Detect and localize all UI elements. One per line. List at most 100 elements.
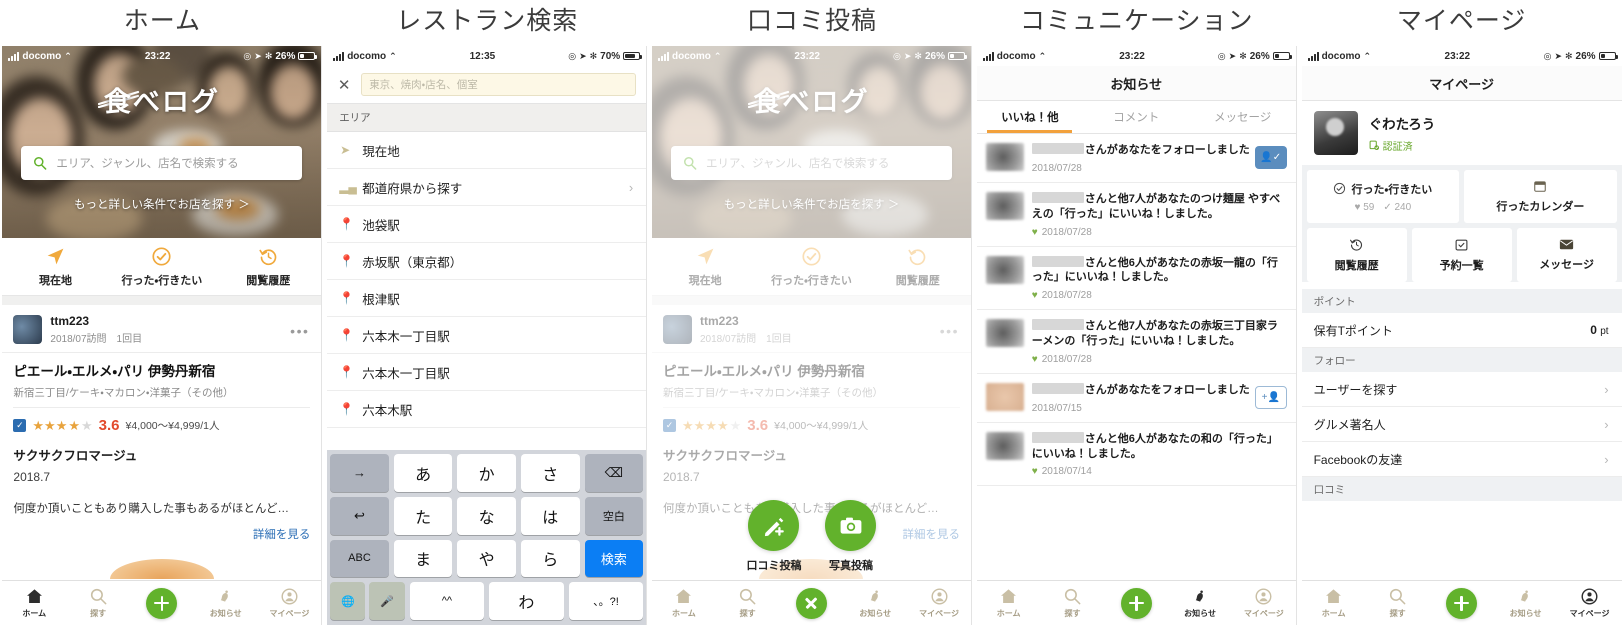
key-ya[interactable]: や <box>457 539 516 578</box>
notification-row[interactable]: さんと他6人があなたの赤坂一龍の「行った」にいいね！しました。 ♥ 2018/07… <box>976 247 1296 311</box>
search-input[interactable]: 東京、焼肉・店名、個室 <box>361 73 637 96</box>
tile-messages[interactable]: メッセージ <box>1516 228 1617 282</box>
globe-icon[interactable]: 🌐 <box>330 582 366 620</box>
key-search[interactable]: 検索 <box>584 539 644 578</box>
tab-bar: ホーム 探す お知らせ マイページ <box>1301 580 1622 625</box>
notification-row[interactable]: さんがあなたをフォローしました 2018/07/15 +👤 <box>976 374 1296 423</box>
check-icon: ✓ <box>1383 201 1392 213</box>
key-wa[interactable]: わ <box>489 582 564 620</box>
review-detail-link[interactable]: 詳細を見る <box>2 516 321 542</box>
key-emoji[interactable]: ^^ <box>409 582 485 620</box>
home-more-conditions-link[interactable]: もっと詳しい条件でお店を探す ＞ <box>2 196 321 212</box>
key-ka[interactable]: か <box>457 454 516 492</box>
tab-mypage[interactable]: マイページ <box>258 587 322 619</box>
home-search-input[interactable]: エリア、ジャンル、店名で検索する <box>21 146 303 180</box>
key-ma[interactable]: ま <box>393 539 453 578</box>
tab-notifications[interactable]: お知らせ <box>194 587 258 619</box>
tab-label: ホーム <box>22 609 47 618</box>
key-ta[interactable]: た <box>393 496 453 535</box>
search-row-station[interactable]: 📍 根津駅 <box>327 280 647 317</box>
key-ha[interactable]: は <box>520 496 580 535</box>
post-photo-action[interactable]: 写真投稿 <box>825 500 877 573</box>
review-rating-row: ✓ ★★★★★ 3.6 ¥4,000〜¥4,999/1人 <box>2 408 321 434</box>
key-undo[interactable]: ↩ <box>330 496 389 535</box>
tile-reservations[interactable]: 予約一覧 <box>1411 228 1512 282</box>
tab-mypage[interactable]: マイページ <box>907 587 971 619</box>
tab-notifications[interactable]: お知らせ <box>843 587 907 619</box>
tab-close-post-button[interactable] <box>780 587 844 619</box>
tab-home[interactable]: ホーム <box>977 587 1041 619</box>
bluetooth-icon: ✻ <box>264 50 273 61</box>
avatar[interactable] <box>1313 111 1358 155</box>
signal-icon <box>982 51 994 61</box>
key-space[interactable]: 空白 <box>584 496 644 535</box>
review-user-name[interactable]: ttm223 <box>50 314 142 328</box>
key-sa[interactable]: さ <box>520 454 580 492</box>
key-backspace[interactable]: ⌫ <box>584 454 644 492</box>
search-row-station[interactable]: 📍 赤坂駅（東京都） <box>327 243 647 280</box>
search-row-station[interactable]: 📍 六本木駅 <box>327 391 647 428</box>
key-ra[interactable]: ら <box>520 539 580 578</box>
notification-row[interactable]: さんと他6人があなたの和の「行った」にいいね！しました。 ♥ 2018/07/14 <box>976 423 1296 487</box>
person-plus-icon[interactable]: +👤 <box>1254 385 1287 409</box>
person-check-icon[interactable]: 👤✓ <box>1254 146 1287 169</box>
key-na[interactable]: な <box>457 496 516 535</box>
key-a[interactable]: あ <box>393 454 453 492</box>
battery-percent: 70% <box>600 50 621 62</box>
notification-message: さんがあなたをフォローしました <box>1084 383 1250 396</box>
notification-row[interactable]: さんと他7人があなたのつけ麺屋 やすべえの「行った」にいいね！しました。 ♥ 20… <box>976 183 1296 247</box>
review-visit-info: 2018/07訪問 1回目 <box>50 334 143 345</box>
notification-text: さんと他6人があなたの赤坂一龍の「行った」にいいね！しました。 <box>1031 255 1287 286</box>
history-icon <box>1350 239 1363 251</box>
tile-history[interactable]: 閲覧履歴 <box>1306 228 1407 282</box>
tab-messages[interactable]: メッセージ <box>1189 101 1295 133</box>
key-punctuation[interactable]: 、。?! <box>568 582 644 620</box>
close-icon[interactable]: ✕ <box>337 76 351 94</box>
search-row-current-location[interactable]: ➤ 現在地 <box>327 132 647 169</box>
key-next[interactable]: → <box>330 454 389 492</box>
key-abc[interactable]: ABC <box>330 539 389 578</box>
review-shop[interactable]: ピエール・エルメ・パリ 伊勢丹新宿 新宿三丁目/ケーキ・マカロン・洋菓子（その他… <box>2 352 322 408</box>
avatar[interactable] <box>13 315 43 344</box>
tab-post-button[interactable] <box>1430 587 1494 619</box>
microphone-icon[interactable]: 🎤 <box>369 582 405 620</box>
search-row-station[interactable]: 📍 六本木一丁目駅 <box>327 317 647 354</box>
notification-row[interactable]: さんがあなたをフォローしました 2018/07/28 👤✓ <box>976 134 1296 183</box>
profile-header[interactable]: ぐわたろう 認証済 <box>1301 101 1622 165</box>
tab-post-button[interactable] <box>130 587 194 619</box>
tab-search[interactable]: 探す <box>1366 587 1430 619</box>
row-find-users[interactable]: ユーザーを探す › <box>1301 372 1622 407</box>
quick-current-location[interactable]: 現在地 <box>2 238 108 295</box>
post-review-action[interactable]: 口コミ投稿 <box>746 500 801 573</box>
row-t-points[interactable]: 保有Tポイント 0 pt <box>1301 313 1622 348</box>
carrier-label: docomo <box>347 50 387 62</box>
tab-search[interactable]: 探す <box>66 587 130 619</box>
tab-notifications[interactable]: お知らせ <box>1168 587 1232 619</box>
row-gourmet-celebrities[interactable]: グルメ著名人 › <box>1301 407 1622 442</box>
tab-notifications[interactable]: お知らせ <box>1494 587 1558 619</box>
tab-search[interactable]: 探す <box>1041 587 1105 619</box>
tab-mypage[interactable]: マイページ <box>1558 587 1622 619</box>
card-been-calendar[interactable]: 行ったカレンダー <box>1464 170 1617 223</box>
notification-row[interactable]: さんと他7人があなたの赤坂三丁目家ラーメンの「行った」にいいね！しました。 ♥ 2… <box>976 310 1296 374</box>
search-row-prefecture[interactable]: ▂▄ 都道府県から探す › <box>327 169 647 206</box>
row-facebook-friends[interactable]: Facebookの友達 › <box>1301 442 1622 477</box>
tab-likes[interactable]: いいね！他 <box>977 101 1083 133</box>
search-row-station[interactable]: 📍 池袋駅 <box>327 206 647 243</box>
tab-home[interactable]: ホーム <box>1302 587 1366 619</box>
tab-comments[interactable]: コメント <box>1083 101 1189 133</box>
tab-post-button[interactable] <box>1104 587 1168 619</box>
tab-home[interactable]: ホーム <box>652 587 716 619</box>
heart-count: ♥ 59 <box>1354 201 1375 213</box>
tab-search[interactable]: 探す <box>716 587 780 619</box>
pin-icon: 📍 <box>339 328 355 342</box>
tab-home[interactable]: ホーム <box>2 587 66 619</box>
wifi-icon: ⌃ <box>1038 50 1047 61</box>
search-bar: ✕ 東京、焼肉・店名、個室 <box>327 66 647 104</box>
tab-mypage[interactable]: マイページ <box>1232 587 1296 619</box>
more-options-icon[interactable]: ••• <box>290 323 309 339</box>
search-row-station[interactable]: 📍 六本木一丁目駅 <box>327 354 647 391</box>
card-been-want[interactable]: 行った・行きたい ♥ 59 ✓ 240 <box>1306 170 1460 223</box>
quick-been-want[interactable]: 行った・行きたい <box>109 238 215 295</box>
quick-history[interactable]: 閲覧履歴 <box>215 238 321 295</box>
